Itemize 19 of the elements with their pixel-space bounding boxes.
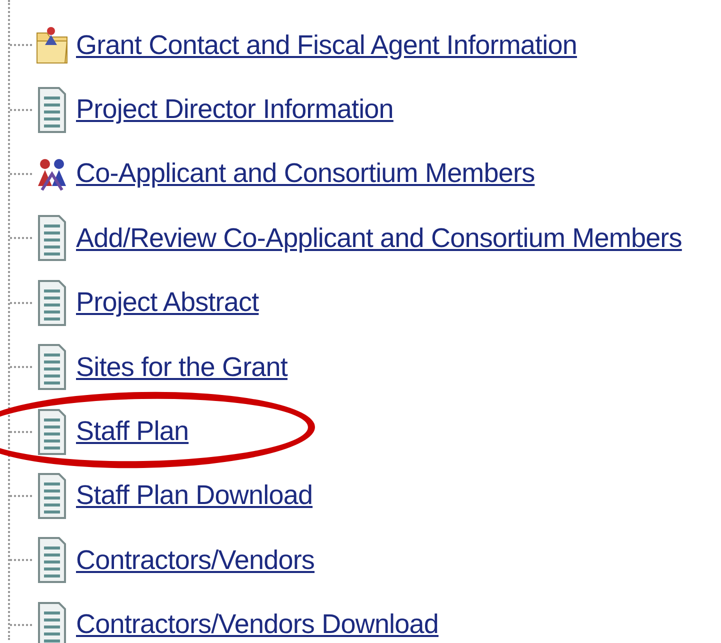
- tree-link[interactable]: Staff Plan: [76, 416, 189, 448]
- tree-link[interactable]: Project Director Information: [76, 94, 394, 126]
- tree-link[interactable]: Staff Plan Download: [76, 480, 313, 512]
- tree-link[interactable]: Co-Applicant and Consortium Members: [76, 158, 535, 190]
- document-icon: [37, 343, 67, 392]
- tree-link[interactable]: Contractors/Vendors: [76, 544, 315, 576]
- tree-link[interactable]: Sites for the Grant: [76, 352, 288, 383]
- document-icon: [37, 408, 67, 456]
- document-icon: [37, 536, 67, 584]
- tree-link[interactable]: Add/Review Co-Applicant and Consortium Members: [76, 222, 682, 254]
- tree-link[interactable]: Contractors/Vendors Download: [76, 609, 439, 640]
- document-icon: [37, 600, 67, 643]
- tree-link[interactable]: Project Abstract: [76, 287, 259, 318]
- document-icon: [37, 278, 67, 327]
- document-icon: [37, 86, 67, 134]
- tree-link[interactable]: Grant Contact and Fiscal Agent Information: [76, 30, 577, 61]
- folder-people-icon: [35, 25, 69, 66]
- document-icon: [37, 472, 67, 520]
- document-icon: [37, 214, 67, 262]
